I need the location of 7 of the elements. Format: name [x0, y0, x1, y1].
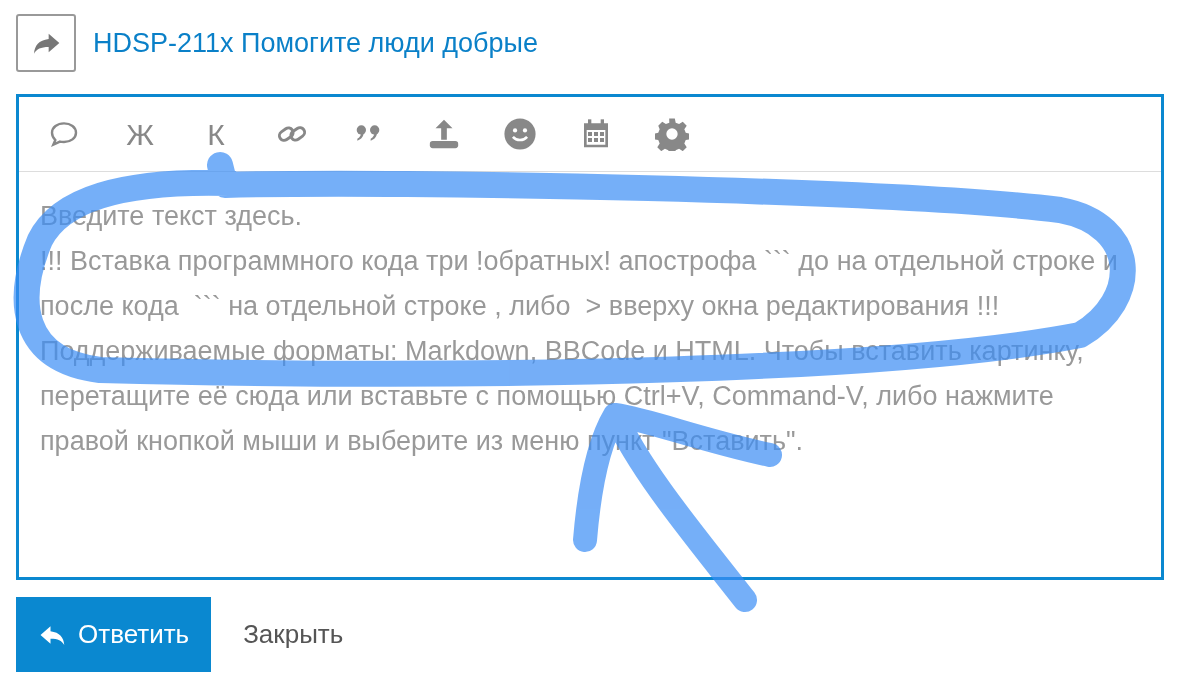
editor-panel[interactable]	[16, 94, 1164, 580]
reply-icon[interactable]	[16, 14, 76, 72]
format-button[interactable]: Ж	[102, 109, 178, 159]
topic-title[interactable]: HDSP-211x Помогите люди добрые	[93, 22, 538, 64]
reply-button[interactable]: Ответить	[16, 597, 212, 672]
format-button[interactable]: К	[178, 109, 254, 159]
close-button[interactable]: Закрыть	[227, 597, 360, 672]
